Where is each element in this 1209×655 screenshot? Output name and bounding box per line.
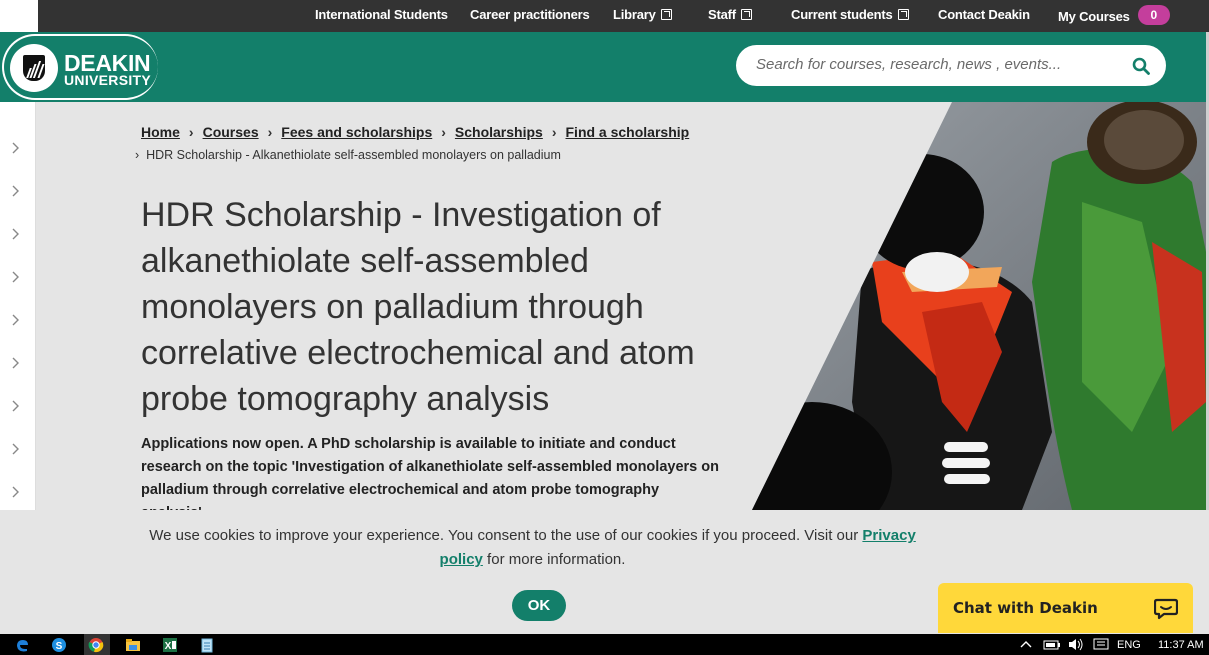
chrome-icon[interactable] — [88, 637, 104, 653]
cookie-message: We use cookies to improve your experienc… — [140, 524, 925, 572]
cookie-text-before: We use cookies to improve your experienc… — [149, 527, 863, 544]
notepad-icon[interactable] — [199, 637, 215, 653]
windows-taskbar: S X ENG 11:37 AM — [0, 634, 1209, 655]
chat-widget[interactable]: Chat with Deakin — [938, 583, 1193, 633]
chevron-up-icon[interactable] — [1020, 638, 1032, 650]
skype-icon[interactable]: S — [51, 637, 67, 653]
svg-text:X: X — [165, 641, 172, 652]
page: International Students Career practition… — [0, 0, 1209, 655]
clock[interactable]: 11:37 AM — [1158, 639, 1204, 651]
cookie-text-after: for more information. — [482, 551, 626, 568]
file-explorer-icon[interactable] — [125, 637, 141, 653]
svg-text:S: S — [56, 641, 63, 652]
graduation-hero-image — [752, 102, 1206, 510]
excel-icon[interactable]: X — [162, 637, 178, 653]
chat-label: Chat with Deakin — [953, 599, 1098, 617]
edge-browser-icon[interactable] — [14, 637, 30, 653]
language-indicator[interactable]: ENG — [1117, 639, 1141, 651]
chat-bubble-icon — [1154, 598, 1178, 620]
action-center-icon[interactable] — [1093, 638, 1109, 651]
cookie-ok-button[interactable]: OK — [512, 590, 566, 621]
intro-paragraph: Applications now open. A PhD scholarship… — [141, 436, 719, 510]
battery-icon[interactable] — [1043, 638, 1061, 651]
volume-icon[interactable] — [1068, 638, 1084, 651]
